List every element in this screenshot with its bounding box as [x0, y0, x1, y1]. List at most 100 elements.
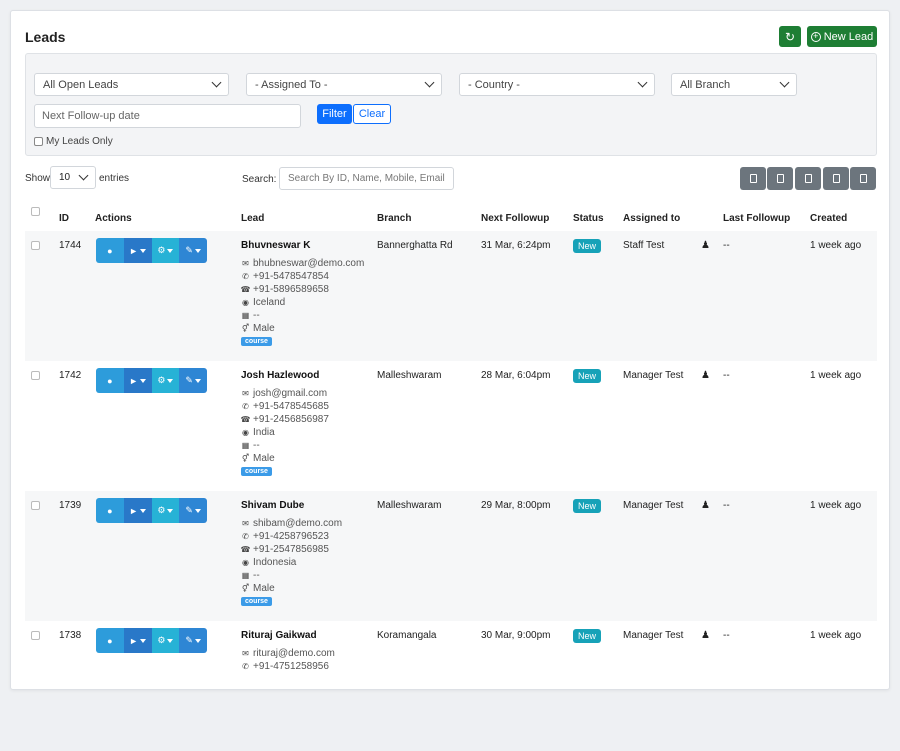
- action-buttons: ● ► ⚙ ✎: [96, 498, 207, 523]
- lead-phone: ✆ +91-5478545685: [242, 401, 329, 412]
- status-badge: New: [573, 629, 602, 643]
- search-label: Search:: [242, 174, 277, 185]
- edit-button[interactable]: ✎: [179, 498, 207, 523]
- assign-user-icon[interactable]: ♟: [701, 240, 710, 251]
- envelope-icon: ✉: [242, 259, 249, 268]
- row-checkbox[interactable]: [31, 371, 40, 380]
- col-lead[interactable]: Lead: [241, 213, 264, 224]
- lead-phone: ✆ +91-5478547854: [242, 271, 329, 282]
- globe-icon: ◉: [242, 298, 249, 307]
- assign-user-button[interactable]: ●: [96, 498, 124, 523]
- lead-email: ✉ bhubneswar@demo.com: [242, 258, 365, 269]
- building-icon: ▦: [241, 311, 250, 320]
- new-lead-button[interactable]: + New Lead: [807, 26, 877, 47]
- edit-button[interactable]: ✎: [179, 238, 207, 263]
- chevron-down-icon: [211, 77, 222, 88]
- print-icon: [804, 174, 812, 183]
- lead-assigned-to: Manager Test: [623, 630, 684, 641]
- status-badge: New: [573, 239, 602, 253]
- gender-icon: ⚥: [241, 584, 250, 593]
- search-input[interactable]: Search By ID, Name, Mobile, Email: [279, 167, 454, 190]
- campaign-button[interactable]: ►: [123, 368, 152, 393]
- gender-icon: ⚥: [241, 324, 250, 333]
- lead-last-followup: --: [723, 500, 730, 511]
- row-checkbox[interactable]: [31, 501, 40, 510]
- lead-next-followup: 30 Mar, 9:00pm: [481, 630, 551, 641]
- followup-date-input[interactable]: Next Follow-up date: [34, 104, 301, 128]
- chevron-down-icon: [78, 170, 89, 181]
- col-id[interactable]: ID: [59, 213, 69, 224]
- settings-button[interactable]: ⚙: [151, 628, 180, 653]
- col-next-followup[interactable]: Next Followup: [481, 213, 549, 224]
- print-button[interactable]: [795, 167, 821, 190]
- lead-id: 1744: [59, 240, 82, 251]
- col-branch[interactable]: Branch: [377, 213, 411, 224]
- table-header: ID Actions Lead Branch Next Followup Sta…: [25, 207, 877, 231]
- envelope-icon: ✉: [242, 519, 249, 528]
- show-label: Show: [25, 173, 51, 184]
- lead-company: ▦ --: [241, 310, 260, 321]
- assign-user-icon[interactable]: ♟: [701, 370, 710, 381]
- select-all-checkbox[interactable]: [31, 207, 40, 216]
- lead-branch: Malleshwaram: [377, 370, 442, 381]
- export-csv-button[interactable]: [740, 167, 766, 190]
- assign-user-button[interactable]: ●: [96, 628, 124, 653]
- assign-user-icon[interactable]: ♟: [701, 500, 710, 511]
- chevron-down-icon: [637, 77, 648, 88]
- lead-gender: ⚥ Male: [241, 453, 275, 464]
- col-last-followup[interactable]: Last Followup: [723, 213, 790, 224]
- settings-button[interactable]: ⚙: [151, 368, 180, 393]
- lead-next-followup: 28 Mar, 6:04pm: [481, 370, 551, 381]
- table-row: 1742 ● ► ⚙ ✎ Josh Hazlewood ✉ josh@gmail.…: [25, 361, 877, 491]
- campaign-button[interactable]: ►: [123, 498, 152, 523]
- row-checkbox[interactable]: [31, 241, 40, 250]
- whatsapp-icon: ☎: [240, 285, 251, 294]
- branch-select[interactable]: All Branch: [671, 73, 797, 96]
- copy-button[interactable]: [823, 167, 849, 190]
- export-excel-button[interactable]: [850, 167, 876, 190]
- lead-assigned-to: Manager Test: [623, 500, 684, 511]
- lead-scope-select[interactable]: All Open Leads: [34, 73, 229, 96]
- phone-icon: ✆: [242, 662, 249, 671]
- globe-icon: ◉: [242, 428, 249, 437]
- edit-button[interactable]: ✎: [179, 368, 207, 393]
- lead-name: Bhuvneswar K: [241, 240, 311, 251]
- country-select[interactable]: - Country -: [459, 73, 655, 96]
- col-created[interactable]: Created: [810, 213, 847, 224]
- assign-user-icon[interactable]: ♟: [701, 630, 710, 641]
- action-buttons: ● ► ⚙ ✎: [96, 628, 207, 653]
- whatsapp-icon: ☎: [240, 545, 251, 554]
- col-actions: Actions: [95, 213, 132, 224]
- row-checkbox[interactable]: [31, 631, 40, 640]
- lead-created: 1 week ago: [810, 630, 862, 641]
- phone-icon: ✆: [242, 402, 249, 411]
- campaign-button[interactable]: ►: [123, 238, 152, 263]
- col-assigned-to[interactable]: Assigned to: [623, 213, 680, 224]
- excel-icon: [859, 174, 867, 183]
- assigned-to-select[interactable]: - Assigned To -: [246, 73, 442, 96]
- col-status[interactable]: Status: [573, 213, 604, 224]
- lead-email: ✉ rituraj@demo.com: [242, 648, 335, 659]
- edit-button[interactable]: ✎: [179, 628, 207, 653]
- lead-whatsapp: ☎ +91-5896589658: [240, 284, 329, 295]
- lead-created: 1 week ago: [810, 240, 862, 251]
- campaign-button[interactable]: ►: [123, 628, 152, 653]
- copy-icon: [832, 174, 840, 183]
- action-buttons: ● ► ⚙ ✎: [96, 368, 207, 393]
- export-pdf-button[interactable]: [767, 167, 793, 190]
- my-leads-checkbox[interactable]: My Leads Only: [34, 136, 113, 147]
- assign-user-button[interactable]: ●: [96, 368, 124, 393]
- entries-select[interactable]: 10: [50, 166, 96, 189]
- status-badge: New: [573, 369, 602, 383]
- settings-button[interactable]: ⚙: [151, 498, 180, 523]
- lead-branch: Bannerghatta Rd: [377, 240, 453, 251]
- assign-user-button[interactable]: ●: [96, 238, 124, 263]
- lead-id: 1739: [59, 500, 82, 511]
- lead-name: Shivam Dube: [241, 500, 305, 511]
- filter-button[interactable]: Filter: [317, 104, 352, 124]
- refresh-button[interactable]: ↻: [779, 26, 801, 47]
- lead-assigned-to: Manager Test: [623, 370, 684, 381]
- clear-button[interactable]: Clear: [353, 104, 391, 124]
- table-row: 1744 ● ► ⚙ ✎ Bhuvneswar K ✉ bhubneswar@de…: [25, 231, 877, 361]
- settings-button[interactable]: ⚙: [151, 238, 180, 263]
